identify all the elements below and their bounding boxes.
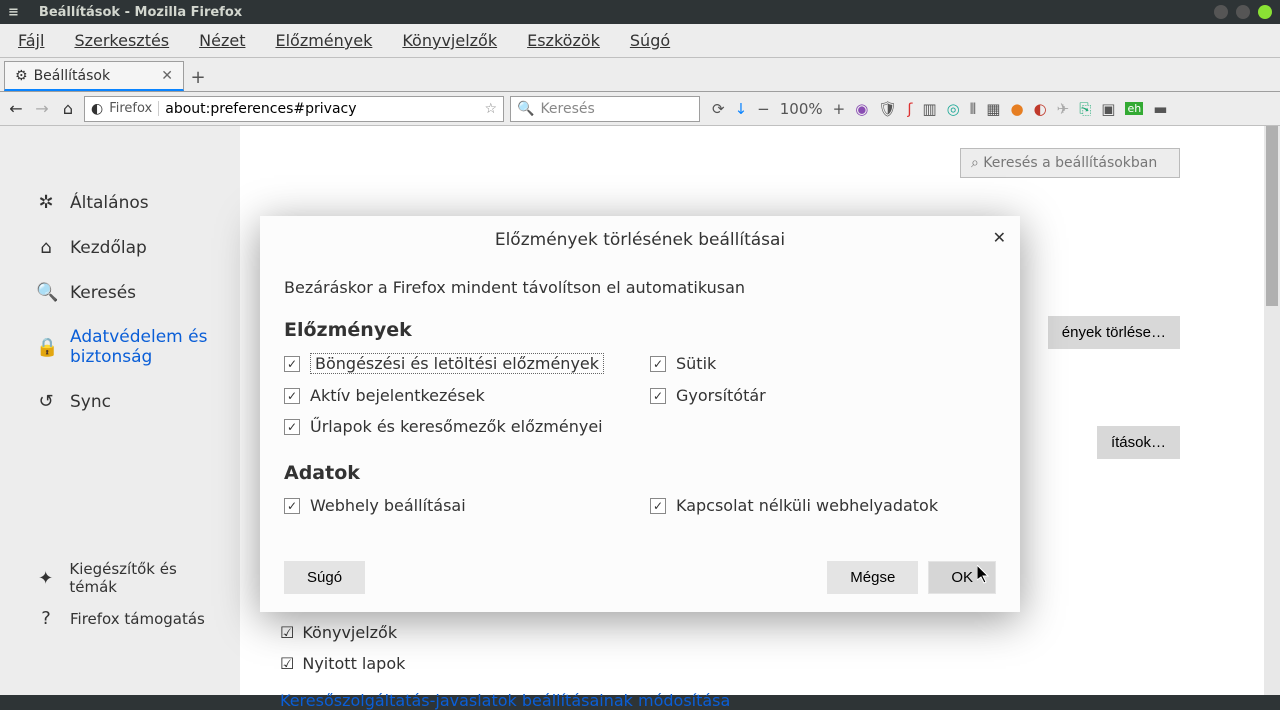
navbar: ← → ⌂ ◐ Firefox about:preferences#privac… [0, 92, 1280, 126]
reload-icon[interactable]: ⟳ [712, 100, 725, 118]
gear-icon: ⚙ [15, 68, 28, 84]
close-tab-icon[interactable]: ✕ [161, 68, 173, 84]
zoom-level[interactable]: 100% [780, 100, 823, 118]
url-bar[interactable]: ◐ Firefox about:preferences#privacy ☆ [84, 96, 504, 122]
new-tab-button[interactable]: + [184, 63, 212, 91]
checkbox-icon: ✓ [284, 498, 300, 514]
ext-icon-13[interactable]: eh [1125, 102, 1143, 115]
menu-view[interactable]: Nézet [187, 27, 257, 54]
ext-icon-10[interactable]: ✈ [1057, 100, 1070, 118]
firefox-identity-icon: ◐ [91, 101, 103, 117]
menu-help[interactable]: Súgó [618, 27, 682, 54]
checkbox-logins[interactable]: ✓ Aktív bejelentkezések [284, 386, 630, 405]
ext-icon-2[interactable]: 🛡 [878, 100, 897, 118]
menu-tools[interactable]: Eszközök [515, 27, 612, 54]
close-icon[interactable]: ✕ [993, 228, 1006, 247]
ext-icon-3[interactable]: ʃ [907, 100, 912, 118]
zoom-in-icon[interactable]: + [833, 100, 846, 118]
checkbox-offline[interactable]: ✓ Kapcsolat nélküli webhelyadatok [650, 496, 996, 515]
ext-icon-5[interactable]: ◎ [947, 100, 960, 118]
tab-title: Beállítások [34, 68, 111, 84]
data-heading: Adatok [284, 462, 996, 484]
ext-icon-11[interactable]: ⎘ [1079, 100, 1091, 118]
ext-icon-8[interactable]: ● [1010, 100, 1023, 118]
checkbox-browsing[interactable]: ✓ Böngészési és letöltési előzmények [284, 353, 630, 374]
ext-icon-7[interactable]: ▦ [986, 100, 1000, 118]
download-icon[interactable]: ↓ [735, 100, 748, 118]
home-button[interactable]: ⌂ [58, 99, 78, 118]
checkbox-cookies[interactable]: ✓ Sütik [650, 353, 996, 374]
clear-history-dialog: Előzmények törlésének beállításai ✕ Bezá… [260, 216, 1020, 612]
checkbox-site-settings[interactable]: ✓ Webhely beállításai [284, 496, 630, 515]
search-placeholder: Keresés [540, 101, 594, 117]
ext-icon-1[interactable]: ◉ [855, 100, 868, 118]
cancel-button[interactable]: Mégse [827, 561, 918, 594]
checkbox-icon: ✓ [650, 388, 666, 404]
ext-icon-9[interactable]: ◐ [1034, 100, 1047, 118]
menu-bookmarks[interactable]: Könyvjelzők [390, 27, 509, 54]
checkbox-icon: ✓ [650, 498, 666, 514]
checkbox-icon: ✓ [284, 388, 300, 404]
search-icon: 🔍 [517, 101, 534, 117]
checkbox-cache[interactable]: ✓ Gyorsítótár [650, 386, 996, 405]
ok-button[interactable]: OK [928, 561, 996, 594]
window-minimize[interactable] [1214, 5, 1228, 19]
history-heading: Előzmények [284, 319, 996, 341]
zoom-out-icon[interactable]: − [757, 100, 770, 118]
tab-settings[interactable]: ⚙ Beállítások ✕ [4, 61, 184, 91]
bookmark-star-icon[interactable]: ☆ [484, 101, 497, 117]
url-text: about:preferences#privacy [165, 101, 478, 117]
menubar: Fájl Szerkesztés Nézet Előzmények Könyvj… [0, 24, 1280, 58]
dialog-intro: Bezáráskor a Firefox mindent távolítson … [284, 278, 996, 297]
app-menu-icon[interactable]: ≡ [8, 5, 19, 20]
ext-icon-12[interactable]: ▣ [1101, 100, 1115, 118]
os-titlebar: ≡ Beállítások - Mozilla Firefox [0, 0, 1280, 24]
menu-edit[interactable]: Szerkesztés [62, 27, 181, 54]
checkbox-forms[interactable]: ✓ Űrlapok és keresőmezők előzményei [284, 417, 996, 436]
menu-history[interactable]: Előzmények [263, 27, 384, 54]
identity-label: Firefox [109, 101, 159, 116]
forward-button[interactable]: → [32, 99, 52, 118]
help-button[interactable]: Súgó [284, 561, 365, 594]
ext-icon-14[interactable]: ▬ [1153, 100, 1167, 118]
window-close[interactable] [1258, 5, 1272, 19]
search-bar[interactable]: 🔍 Keresés [510, 96, 700, 122]
checkbox-icon: ✓ [284, 419, 300, 435]
menu-file[interactable]: Fájl [6, 27, 56, 54]
ext-icon-6[interactable]: ⦀ [970, 100, 977, 118]
toolbar-icons: ⟳ ↓ − 100% + ◉ 🛡 ʃ ▥ ◎ ⦀ ▦ ● ◐ ✈ ⎘ ▣ eh … [712, 100, 1167, 118]
window-title: Beállítások - Mozilla Firefox [39, 5, 242, 20]
window-maximize[interactable] [1236, 5, 1250, 19]
modal-overlay: Előzmények törlésének beállításai ✕ Bezá… [0, 126, 1280, 695]
dialog-title: Előzmények törlésének beállításai ✕ [260, 216, 1020, 264]
tabbar: ⚙ Beállítások ✕ + [0, 58, 1280, 92]
checkbox-icon: ✓ [284, 356, 300, 372]
ext-icon-4[interactable]: ▥ [922, 100, 936, 118]
back-button[interactable]: ← [6, 99, 26, 118]
checkbox-icon: ✓ [650, 356, 666, 372]
